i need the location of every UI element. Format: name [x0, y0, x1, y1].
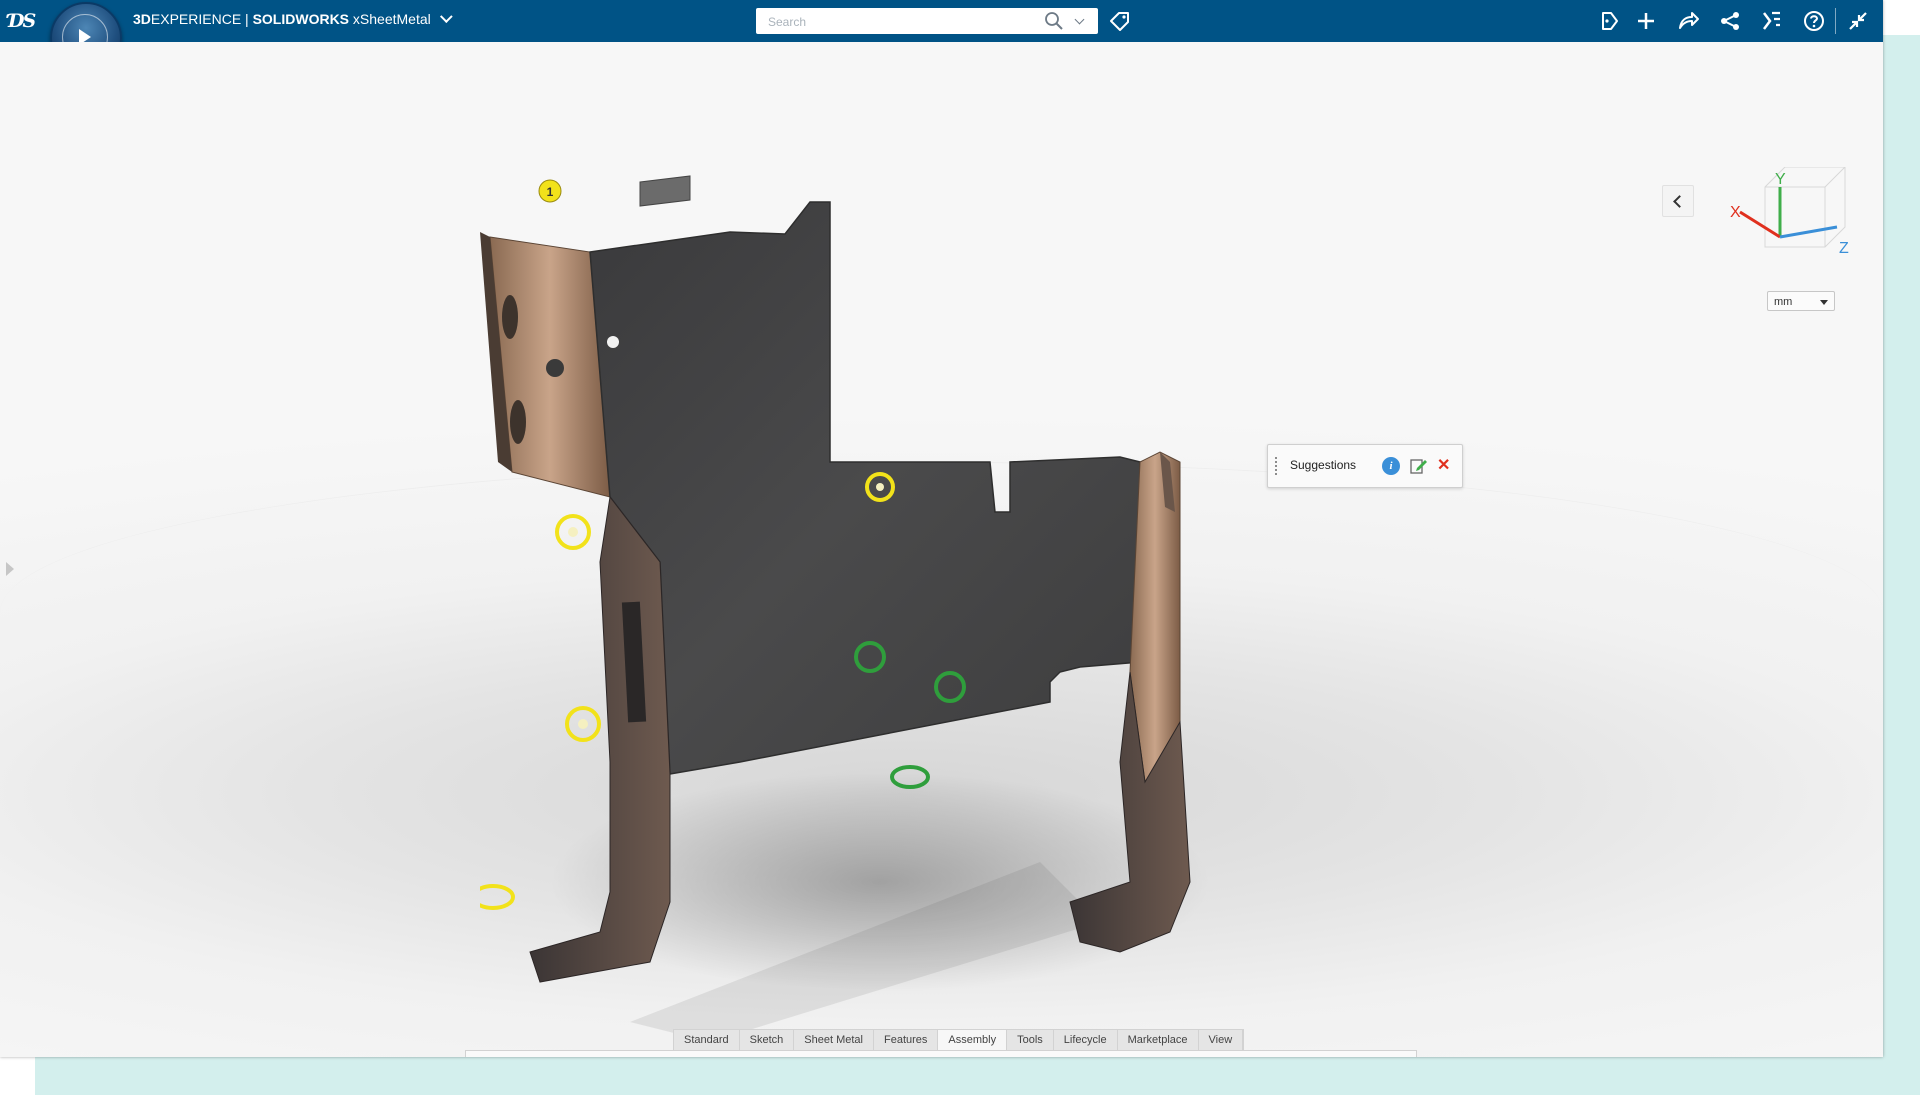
search-input[interactable] [766, 12, 1020, 32]
suggestions-title: Suggestions [1290, 458, 1357, 472]
app-window: ƊS 3DEXPERIENCE | SOLIDWORKS xSheetMetal [0, 0, 1883, 1057]
flange-slot [510, 400, 526, 444]
marker-yellow[interactable] [480, 884, 515, 910]
tab-features[interactable]: Features [874, 1030, 939, 1050]
marker-yellow[interactable] [565, 706, 601, 742]
top-tab [639, 175, 691, 207]
product-bold: SOLIDWORKS [252, 11, 350, 27]
3d-viewport[interactable]: 1 Y X Z mm Suggestions i ✕ Standard Sket… [0, 42, 1883, 1057]
search-icon[interactable] [1044, 11, 1064, 31]
drag-handle-icon[interactable] [1275, 457, 1280, 475]
tab-marketplace[interactable]: Marketplace [1118, 1030, 1199, 1050]
side-panel-toggle-button[interactable] [1662, 185, 1694, 217]
flange-slot [502, 295, 518, 339]
triad-y-label: Y [1775, 171, 1786, 188]
tab-view[interactable]: View [1199, 1030, 1244, 1050]
view-triad[interactable]: Y X Z [1725, 167, 1855, 267]
top-bar: ƊS 3DEXPERIENCE | SOLIDWORKS xSheetMetal [0, 0, 1883, 42]
action-bar [465, 1050, 1417, 1057]
marker-number-badge[interactable]: 1 [538, 179, 562, 203]
app-options-icon[interactable] [1760, 9, 1784, 33]
triad-z-label: Z [1839, 240, 1849, 257]
tab-lifecycle[interactable]: Lifecycle [1054, 1030, 1118, 1050]
collapse-icon[interactable] [1846, 9, 1870, 33]
search-options-chevron-icon[interactable] [1074, 14, 1085, 25]
brand-bold: 3D [133, 11, 151, 27]
add-icon[interactable] [1634, 9, 1658, 33]
notifications-icon[interactable] [1597, 9, 1621, 33]
chevron-down-icon[interactable] [469, 1055, 480, 1057]
close-icon[interactable]: ✕ [1437, 455, 1450, 475]
z-axis [1779, 225, 1838, 239]
tab-sketch[interactable]: Sketch [740, 1030, 795, 1050]
tag-icon[interactable] [1108, 9, 1132, 33]
tab-assembly[interactable]: Assembly [938, 1030, 1008, 1050]
plate-hole [607, 336, 619, 348]
share-icon[interactable] [1676, 9, 1700, 33]
suggestions-panel: Suggestions i ✕ [1267, 444, 1463, 488]
command-tabs: Standard Sketch Sheet Metal Features Ass… [673, 1029, 1245, 1050]
marker-yellow[interactable] [555, 514, 591, 550]
app-title[interactable]: 3DEXPERIENCE | SOLIDWORKS xSheetMetal [133, 10, 453, 27]
edit-icon[interactable] [1409, 457, 1429, 475]
units-select[interactable]: mm [1767, 291, 1835, 311]
product-rest: xSheetMetal [349, 11, 431, 27]
flange-hole [546, 359, 564, 377]
title-separator: | [241, 11, 253, 27]
tab-sheet-metal[interactable]: Sheet Metal [794, 1030, 874, 1050]
search-box [756, 8, 1098, 34]
chevron-down-icon[interactable] [439, 10, 453, 24]
marker-number: 1 [547, 185, 554, 199]
info-icon[interactable]: i [1382, 457, 1400, 475]
triad-x-label: X [1730, 204, 1741, 221]
x-axis [1739, 210, 1781, 239]
topbar-separator [1835, 8, 1836, 34]
brand-rest: EXPERIENCE [150, 11, 242, 27]
tab-standard[interactable]: Standard [674, 1030, 740, 1050]
dassault-logo-icon[interactable]: ƊS [8, 6, 38, 36]
help-icon[interactable] [1802, 9, 1826, 33]
network-icon[interactable] [1718, 9, 1742, 33]
tab-tools[interactable]: Tools [1007, 1030, 1054, 1050]
main-plate [589, 201, 1141, 775]
sheet-metal-part[interactable]: 1 [480, 162, 1240, 1042]
expand-panel-handle-icon[interactable] [6, 562, 14, 576]
